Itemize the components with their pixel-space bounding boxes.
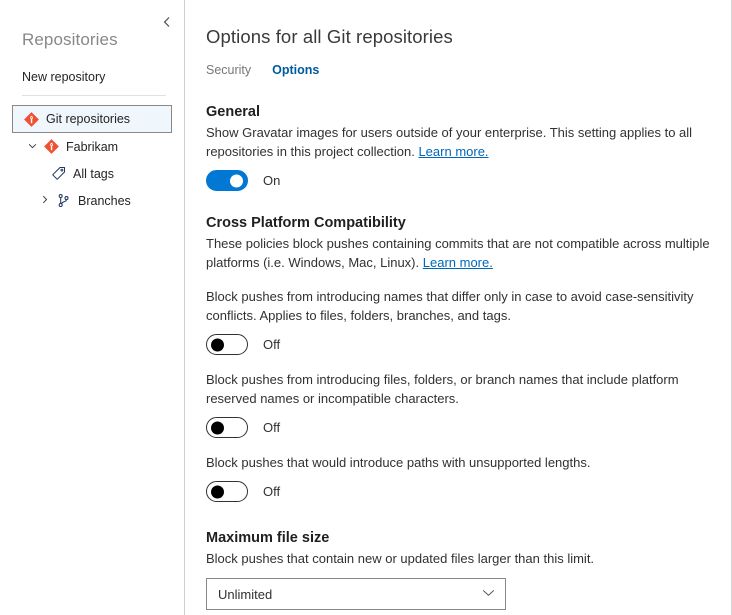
case-sensitivity-toggle-state: Off bbox=[263, 337, 280, 352]
cross-platform-description: These policies block pushes containing c… bbox=[206, 234, 717, 272]
tag-glyph bbox=[51, 166, 66, 181]
branch-glyph bbox=[56, 193, 71, 208]
gravatar-toggle-state: On bbox=[263, 173, 280, 188]
tab-bar: Security Options bbox=[206, 63, 717, 80]
policy-reserved-names: Block pushes from introducing files, fol… bbox=[206, 370, 717, 438]
general-description: Show Gravatar images for users outside o… bbox=[206, 123, 717, 161]
sidebar-item-label: All tags bbox=[73, 167, 114, 181]
chevron-left-icon[interactable] bbox=[160, 16, 174, 30]
sidebar-item-branches[interactable]: Branches bbox=[0, 187, 184, 214]
max-file-size-selected-value: Unlimited bbox=[218, 587, 272, 602]
git-repo-icon bbox=[43, 139, 59, 155]
tab-options[interactable]: Options bbox=[272, 63, 319, 80]
git-repo-icon bbox=[23, 111, 39, 127]
sidebar-item-git-repositories[interactable]: Git repositories bbox=[12, 105, 172, 133]
new-repository-link[interactable]: New repository bbox=[22, 70, 184, 84]
path-length-toggle-state: Off bbox=[263, 484, 280, 499]
policy-toggle-row: Off bbox=[206, 334, 717, 355]
chevron-down-glyph bbox=[28, 143, 37, 149]
path-length-toggle[interactable] bbox=[206, 481, 248, 502]
policy-toggle-row: Off bbox=[206, 481, 717, 502]
policy-toggle-row: Off bbox=[206, 417, 717, 438]
gravatar-toggle-row: On bbox=[206, 170, 717, 191]
sidebar-item-all-tags[interactable]: All tags bbox=[0, 160, 184, 187]
sidebar-item-label: Git repositories bbox=[46, 112, 130, 126]
sidebar-divider bbox=[22, 95, 166, 96]
sidebar-item-fabrikam[interactable]: Fabrikam bbox=[0, 133, 184, 160]
tab-security[interactable]: Security bbox=[206, 63, 251, 80]
max-file-size-description: Block pushes that contain new or updated… bbox=[206, 549, 717, 568]
chevron-right-glyph bbox=[42, 195, 48, 204]
settings-page: Repositories New repository Git reposito… bbox=[0, 0, 732, 615]
section-heading-max-file-size: Maximum file size bbox=[206, 530, 717, 546]
policy-description: Block pushes from introducing names that… bbox=[206, 287, 717, 325]
tag-icon bbox=[50, 166, 66, 182]
reserved-names-toggle-state: Off bbox=[263, 420, 280, 435]
git-repo-glyph bbox=[24, 112, 39, 127]
policy-description: Block pushes that would introduce paths … bbox=[206, 453, 717, 472]
max-file-size-select[interactable]: Unlimited bbox=[206, 578, 506, 610]
policy-case-sensitivity: Block pushes from introducing names that… bbox=[206, 287, 717, 355]
page-title: Options for all Git repositories bbox=[206, 26, 717, 48]
chevron-down-icon bbox=[482, 589, 495, 600]
chevron-down-glyph bbox=[482, 589, 495, 597]
chevron-right-icon[interactable] bbox=[38, 195, 51, 206]
main-content: Options for all Git repositories Securit… bbox=[185, 0, 731, 615]
chevron-down-icon[interactable] bbox=[26, 142, 39, 151]
learn-more-link[interactable]: Learn more. bbox=[418, 144, 488, 159]
policy-path-length: Block pushes that would introduce paths … bbox=[206, 453, 717, 502]
chevron-left-glyph bbox=[163, 16, 171, 28]
toggle-knob bbox=[230, 174, 243, 187]
learn-more-link[interactable]: Learn more. bbox=[423, 255, 493, 270]
branch-icon bbox=[55, 193, 71, 209]
section-heading-cross-platform: Cross Platform Compatibility bbox=[206, 215, 717, 231]
case-sensitivity-toggle[interactable] bbox=[206, 334, 248, 355]
sidebar: Repositories New repository Git reposito… bbox=[0, 0, 185, 615]
sidebar-item-label: Fabrikam bbox=[66, 140, 118, 154]
policy-description: Block pushes from introducing files, fol… bbox=[206, 370, 717, 408]
git-repo-glyph bbox=[44, 139, 59, 154]
toggle-knob bbox=[211, 421, 224, 434]
toggle-knob bbox=[211, 338, 224, 351]
gravatar-toggle[interactable] bbox=[206, 170, 248, 191]
sidebar-title: Repositories bbox=[22, 30, 184, 50]
sidebar-tree: Git repositories Fabrikam bbox=[0, 105, 184, 214]
reserved-names-toggle[interactable] bbox=[206, 417, 248, 438]
toggle-knob bbox=[211, 485, 224, 498]
section-heading-general: General bbox=[206, 104, 717, 120]
sidebar-item-label: Branches bbox=[78, 194, 131, 208]
